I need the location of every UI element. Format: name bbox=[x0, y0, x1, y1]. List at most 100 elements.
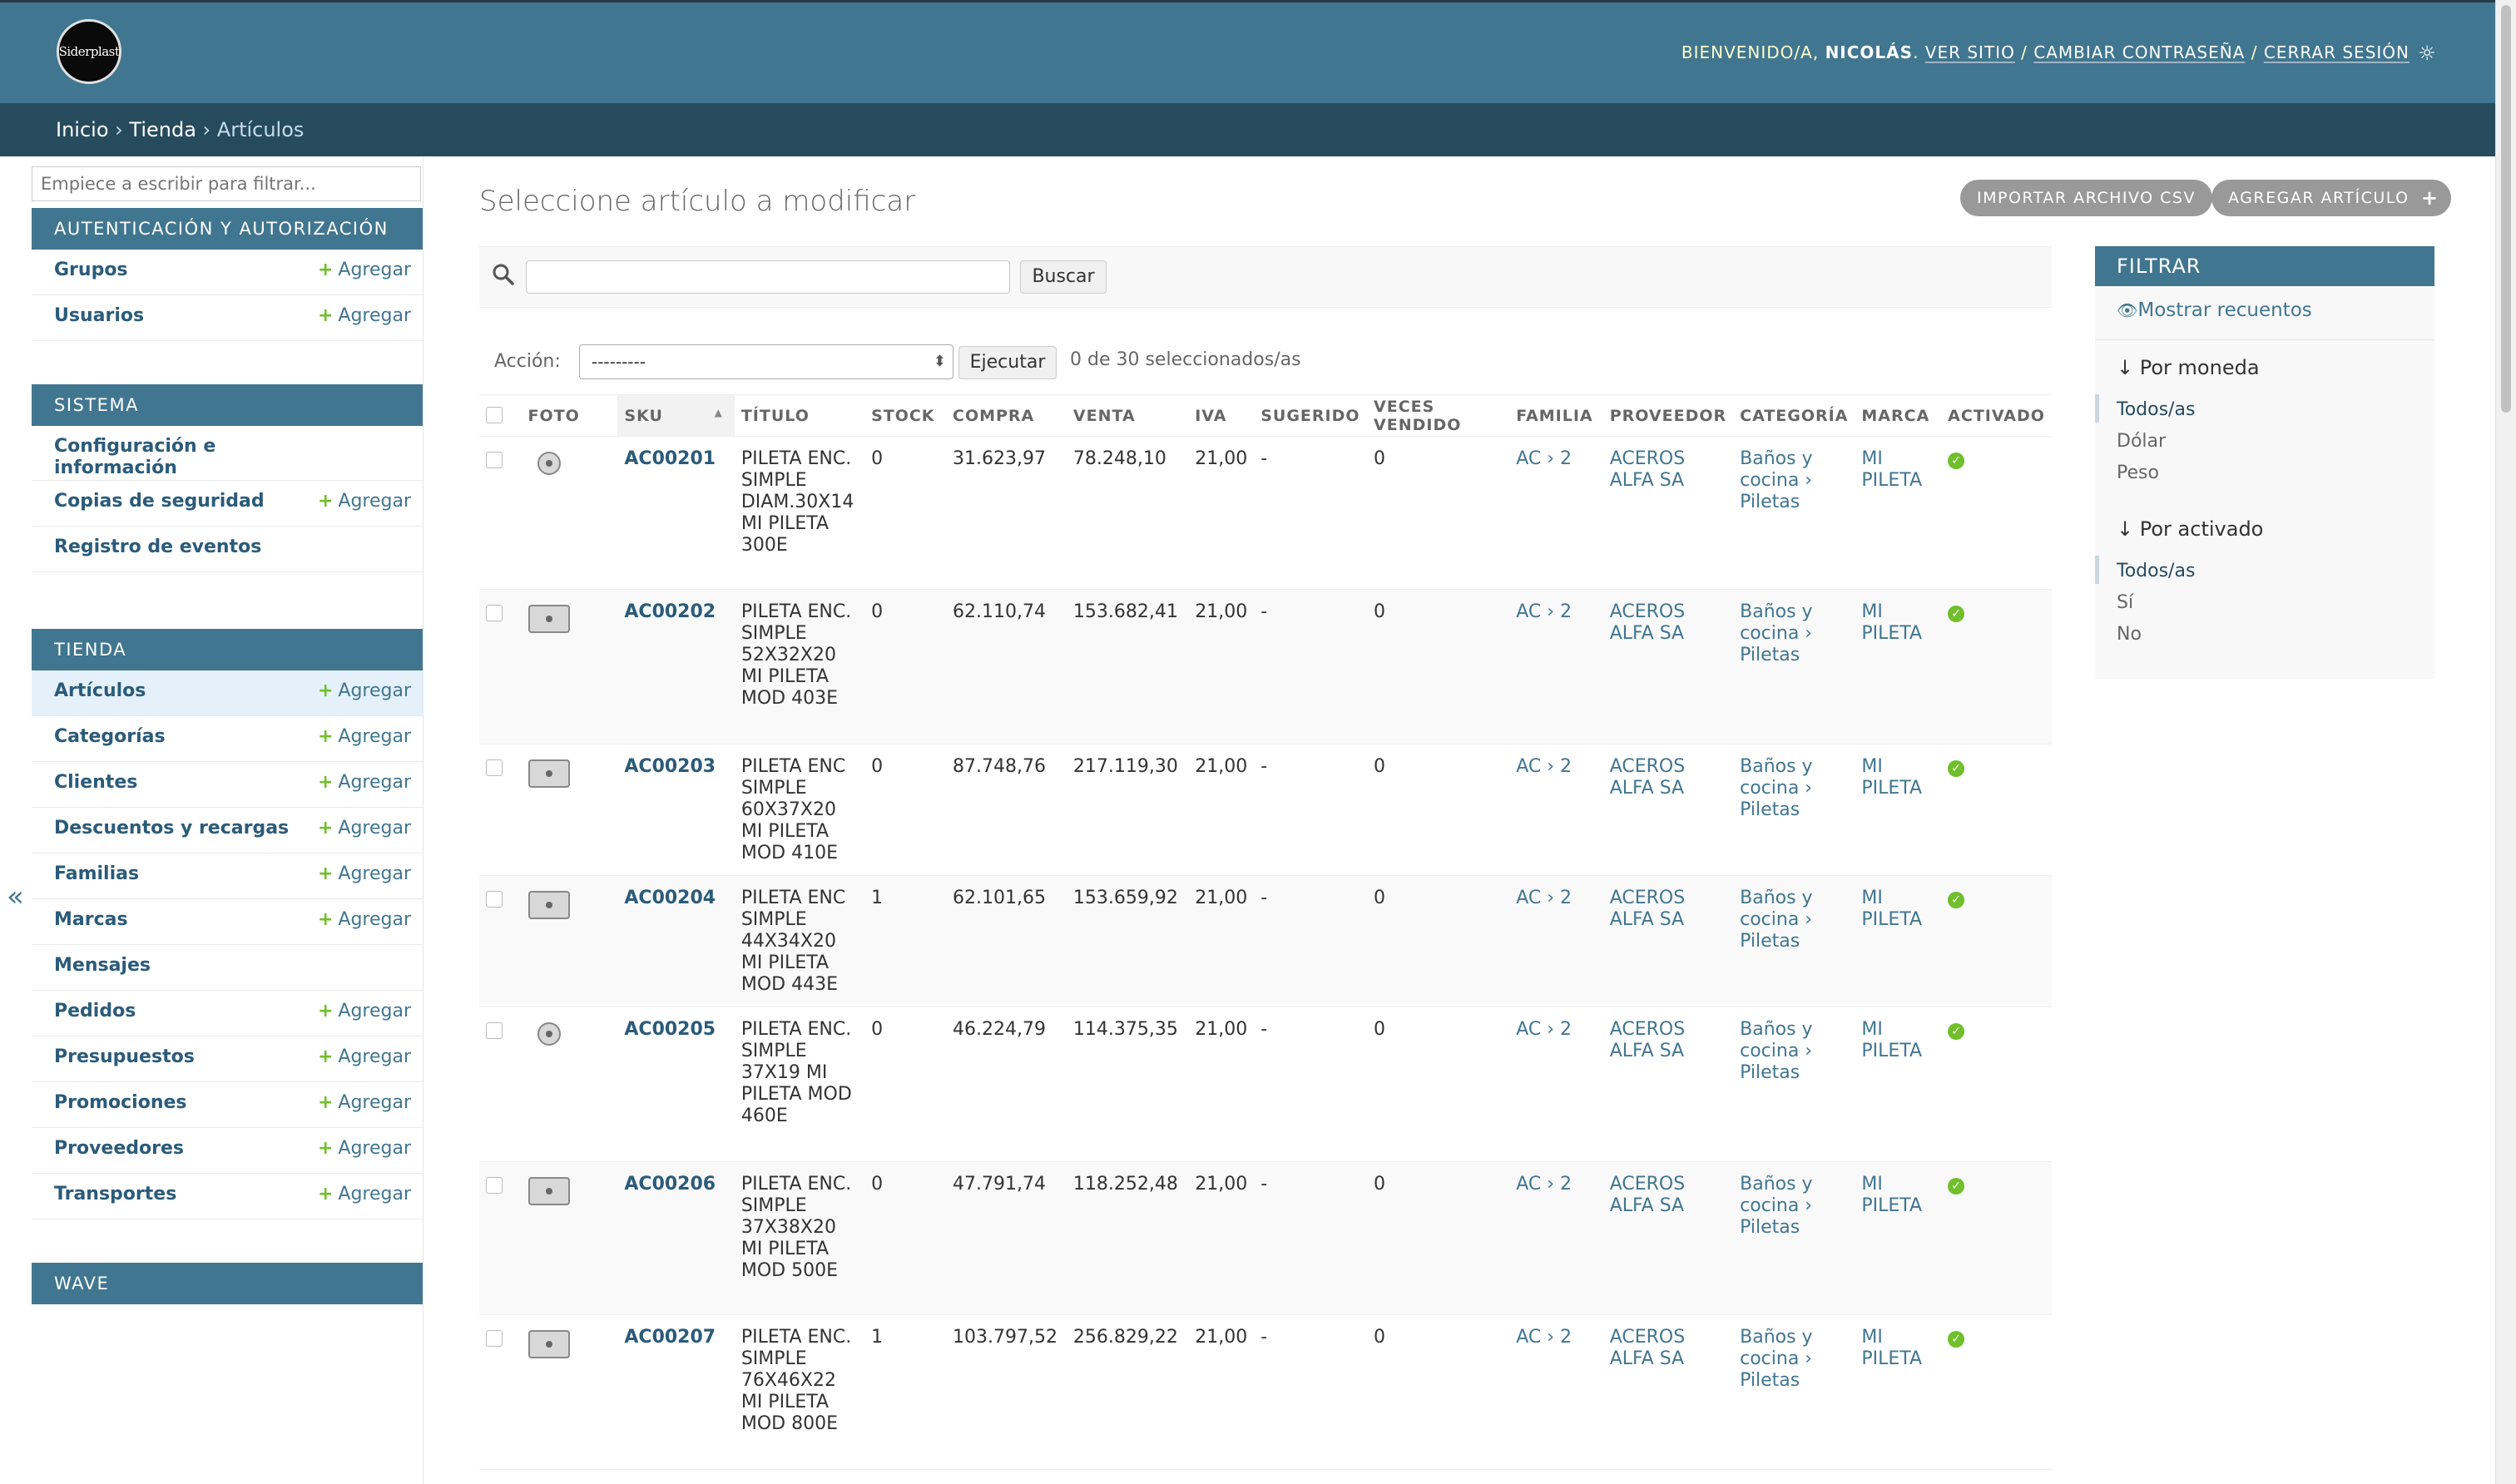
cell-proveedor[interactable]: ACEROS ALFA SA bbox=[1602, 436, 1734, 590]
sidebar-add-link[interactable]: + Agregar bbox=[318, 863, 411, 884]
cell-sku[interactable]: AC00205 bbox=[617, 1007, 735, 1162]
cell-proveedor[interactable]: ACEROS ALFA SA bbox=[1602, 1161, 1734, 1315]
sidebar-filter-input[interactable] bbox=[32, 166, 421, 201]
cell-marca[interactable]: MI PILETA bbox=[1855, 744, 1942, 876]
cell-sku[interactable]: AC00204 bbox=[617, 875, 735, 1007]
table-row[interactable]: AC00203 PILETA ENC SIMPLE 60X37X20 MI PIL… bbox=[479, 744, 2052, 876]
cell-sku-value[interactable]: AC00202 bbox=[624, 601, 716, 622]
cell-marca[interactable]: MI PILETA bbox=[1855, 1007, 1942, 1162]
sidebar-item-label[interactable]: Marcas bbox=[54, 909, 329, 931]
cell-marca[interactable]: MI PILETA bbox=[1855, 589, 1942, 744]
cell-marca-value[interactable]: MI PILETA bbox=[1861, 601, 1922, 644]
filter-activado-si[interactable]: Sí bbox=[2117, 592, 2133, 613]
filter-moneda-dolar[interactable]: Dólar bbox=[2117, 431, 2166, 452]
cell-categoria[interactable]: Baños y cocina › Piletas bbox=[1733, 1314, 1855, 1470]
cell-sku-value[interactable]: AC00203 bbox=[624, 756, 716, 777]
column-stock[interactable]: STOCK bbox=[864, 394, 946, 437]
column-veces-vendido[interactable]: VECES VENDIDO bbox=[1367, 394, 1510, 437]
search-button[interactable]: Buscar bbox=[1020, 260, 1107, 294]
cell-sku[interactable]: AC00201 bbox=[617, 436, 735, 590]
site-logo[interactable]: Siderplast bbox=[57, 19, 121, 84]
cell-familia-value[interactable]: AC › 2 bbox=[1516, 1174, 1572, 1195]
sidebar-item[interactable]: Promociones + Agregar bbox=[32, 1082, 423, 1128]
column-categoria[interactable]: CATEGORÍA bbox=[1733, 394, 1855, 437]
sidebar-item-label[interactable]: Mensajes bbox=[54, 955, 329, 977]
cell-proveedor-value[interactable]: ACEROS ALFA SA bbox=[1610, 601, 1686, 644]
sidebar-item[interactable]: Familias + Agregar bbox=[32, 853, 423, 899]
sidebar-item-label[interactable]: Configuración e información bbox=[54, 436, 254, 479]
cell-categoria-value[interactable]: Baños y cocina › Piletas bbox=[1740, 888, 1812, 952]
cell-marca[interactable]: MI PILETA bbox=[1855, 875, 1942, 1007]
sidebar-item-label[interactable]: Grupos bbox=[54, 260, 329, 281]
cell-familia-value[interactable]: AC › 2 bbox=[1516, 601, 1572, 622]
sidebar-add-link[interactable]: + Agregar bbox=[318, 726, 411, 747]
cell-proveedor-value[interactable]: ACEROS ALFA SA bbox=[1610, 756, 1686, 799]
cell-categoria-value[interactable]: Baños y cocina › Piletas bbox=[1740, 1327, 1812, 1391]
sidebar-item-label[interactable]: Registro de eventos bbox=[54, 537, 329, 558]
filter-activado-todos[interactable]: Todos/as bbox=[2117, 561, 2195, 581]
cell-familia[interactable]: AC › 2 bbox=[1509, 744, 1603, 876]
filter-moneda-todos[interactable]: Todos/as bbox=[2117, 399, 2195, 420]
column-proveedor[interactable]: PROVEEDOR bbox=[1602, 394, 1734, 437]
cell-sku-value[interactable]: AC00201 bbox=[624, 448, 716, 469]
cell-categoria[interactable]: Baños y cocina › Piletas bbox=[1733, 744, 1855, 876]
sidebar-item[interactable]: Registro de eventos bbox=[32, 527, 423, 572]
import-csv-button[interactable]: IMPORTAR ARCHIVO CSV bbox=[1960, 180, 2212, 216]
filter-activado-no[interactable]: No bbox=[2117, 624, 2142, 645]
sidebar-item-label[interactable]: Descuentos y recargas bbox=[54, 818, 329, 839]
product-photo[interactable] bbox=[527, 891, 570, 919]
column-venta[interactable]: VENTA bbox=[1066, 394, 1189, 437]
sort-ascending-icon[interactable]: ▲ bbox=[715, 407, 723, 418]
sidebar-item[interactable]: Clientes + Agregar bbox=[32, 762, 423, 808]
row-checkbox[interactable] bbox=[486, 1022, 503, 1039]
module-title[interactable]: AUTENTICACIÓN Y AUTORIZACIÓN bbox=[32, 208, 423, 250]
module-title[interactable]: WAVE bbox=[32, 1263, 423, 1304]
cell-categoria-value[interactable]: Baños y cocina › Piletas bbox=[1740, 756, 1812, 820]
cell-familia[interactable]: AC › 2 bbox=[1509, 1161, 1603, 1315]
sidebar-add-link[interactable]: + Agregar bbox=[318, 818, 411, 838]
cell-marca-value[interactable]: MI PILETA bbox=[1861, 888, 1922, 930]
cell-familia[interactable]: AC › 2 bbox=[1509, 589, 1603, 744]
sidebar-item[interactable]: Pedidos + Agregar bbox=[32, 991, 423, 1036]
table-row[interactable]: AC00205 PILETA ENC. SIMPLE 37X19 MI PILET… bbox=[479, 1007, 2052, 1162]
sidebar-item[interactable]: Artículos + Agregar bbox=[32, 670, 423, 716]
cell-categoria[interactable]: Baños y cocina › Piletas bbox=[1733, 436, 1855, 590]
cell-marca[interactable]: MI PILETA bbox=[1855, 1314, 1942, 1470]
cell-marca[interactable]: MI PILETA bbox=[1855, 1161, 1942, 1315]
row-checkbox[interactable] bbox=[486, 1330, 503, 1347]
cell-categoria[interactable]: Baños y cocina › Piletas bbox=[1733, 589, 1855, 744]
sidebar-add-link[interactable]: + Agregar bbox=[318, 680, 411, 701]
column-compra[interactable]: COMPRA bbox=[946, 394, 1067, 437]
page-scrollbar[interactable] bbox=[2495, 0, 2516, 1484]
cell-familia-value[interactable]: AC › 2 bbox=[1516, 1327, 1572, 1348]
sidebar-item-label[interactable]: Categorías bbox=[54, 726, 329, 748]
cell-proveedor[interactable]: ACEROS ALFA SA bbox=[1602, 744, 1734, 876]
collapse-sidebar-icon[interactable]: « bbox=[7, 880, 24, 913]
cell-marca-value[interactable]: MI PILETA bbox=[1861, 756, 1922, 799]
cell-familia[interactable]: AC › 2 bbox=[1509, 875, 1603, 1007]
cell-familia-value[interactable]: AC › 2 bbox=[1516, 756, 1572, 777]
breadcrumb-tienda[interactable]: Tienda bbox=[129, 118, 196, 141]
cell-proveedor[interactable]: ACEROS ALFA SA bbox=[1602, 1314, 1734, 1470]
run-action-button[interactable]: Ejecutar bbox=[958, 346, 1057, 379]
cell-marca[interactable]: MI PILETA bbox=[1855, 436, 1942, 590]
table-row[interactable]: AC00204 PILETA ENC SIMPLE 44X34X20 MI PIL… bbox=[479, 875, 2052, 1007]
cell-categoria[interactable]: Baños y cocina › Piletas bbox=[1733, 875, 1855, 1007]
row-checkbox[interactable] bbox=[486, 452, 503, 468]
sidebar-item-label[interactable]: Usuarios bbox=[54, 305, 329, 327]
row-checkbox[interactable] bbox=[486, 891, 503, 908]
cell-familia[interactable]: AC › 2 bbox=[1509, 1314, 1603, 1470]
column-titulo[interactable]: TÍTULO bbox=[734, 394, 865, 437]
sidebar-item[interactable]: Descuentos y recargas + Agregar bbox=[32, 808, 423, 853]
sidebar-item-label[interactable]: Proveedores bbox=[54, 1138, 329, 1160]
cell-marca-value[interactable]: MI PILETA bbox=[1861, 1327, 1922, 1369]
sidebar-add-link[interactable]: + Agregar bbox=[318, 305, 411, 326]
cell-familia-value[interactable]: AC › 2 bbox=[1516, 1019, 1572, 1040]
product-photo[interactable] bbox=[527, 605, 570, 633]
cell-sku-value[interactable]: AC00205 bbox=[624, 1019, 716, 1040]
column-marca[interactable]: MARCA bbox=[1855, 394, 1942, 437]
table-row[interactable]: AC00207 PILETA ENC. SIMPLE 76X46X22 MI PI… bbox=[479, 1314, 2052, 1470]
cell-proveedor-value[interactable]: ACEROS ALFA SA bbox=[1610, 888, 1686, 930]
cell-proveedor-value[interactable]: ACEROS ALFA SA bbox=[1610, 1019, 1686, 1061]
cell-proveedor[interactable]: ACEROS ALFA SA bbox=[1602, 875, 1734, 1007]
